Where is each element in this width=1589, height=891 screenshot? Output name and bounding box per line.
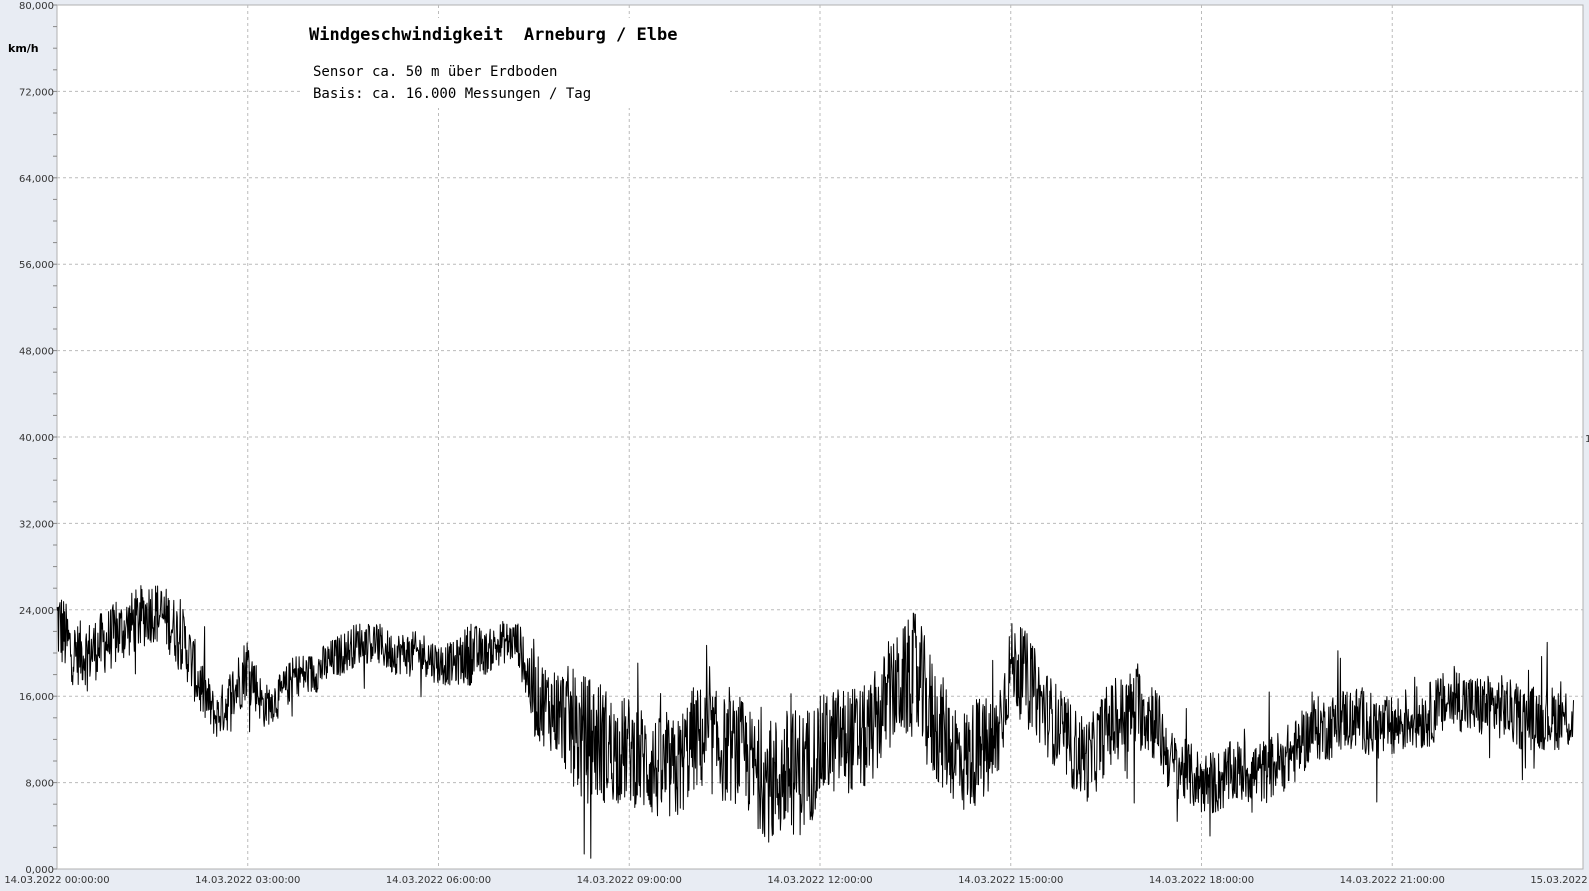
y-tick-label: 24,000 xyxy=(19,606,54,617)
y-axis-label: km/h xyxy=(8,42,39,55)
x-tick-label: 15.03.2022 00:00:00 xyxy=(1530,875,1589,886)
y-tick-label: 48,000 xyxy=(19,347,54,358)
x-tick-label: 14.03.2022 06:00:00 xyxy=(386,875,491,886)
y-tick-label: 16,000 xyxy=(19,692,54,703)
y-tick-label: 8,000 xyxy=(25,779,54,790)
wind-speed-chart: 0,0008,00016,00024,00032,00040,00048,000… xyxy=(4,1,1589,886)
chart-subtitle-sensor: Sensor ca. 50 m über Erdboden xyxy=(313,64,557,80)
x-tick-label: 14.03.2022 12:00:00 xyxy=(767,875,872,886)
chart-title: Windgeschwindigkeit Arneburg / Elbe xyxy=(309,25,677,45)
chart-subtitle-basis: Basis: ca. 16.000 Messungen / Tag xyxy=(313,86,591,102)
y-tick-label: 56,000 xyxy=(19,260,54,271)
x-tick-label: 14.03.2022 09:00:00 xyxy=(577,875,682,886)
y-tick-label: 80,000 xyxy=(19,1,54,12)
y-tick-label: 40,000 xyxy=(19,433,54,444)
x-tick-label: 14.03.2022 00:00:00 xyxy=(4,875,109,886)
x-tick-label: 14.03.2022 03:00:00 xyxy=(195,875,300,886)
y-tick-label: 64,000 xyxy=(19,174,54,185)
y-tick-labels: 0,0008,00016,00024,00032,00040,00048,000… xyxy=(19,1,54,876)
right-edge-marker: 1 xyxy=(1585,434,1589,445)
x-tick-label: 14.03.2022 21:00:00 xyxy=(1340,875,1445,886)
x-tick-label: 14.03.2022 18:00:00 xyxy=(1149,875,1254,886)
y-tick-label: 72,000 xyxy=(19,87,54,98)
x-tick-labels: 14.03.2022 00:00:00 14.03.2022 03:00:00 14… xyxy=(4,875,1589,886)
x-tick-label: 14.03.2022 15:00:00 xyxy=(958,875,1063,886)
y-tick-label: 32,000 xyxy=(19,519,54,530)
